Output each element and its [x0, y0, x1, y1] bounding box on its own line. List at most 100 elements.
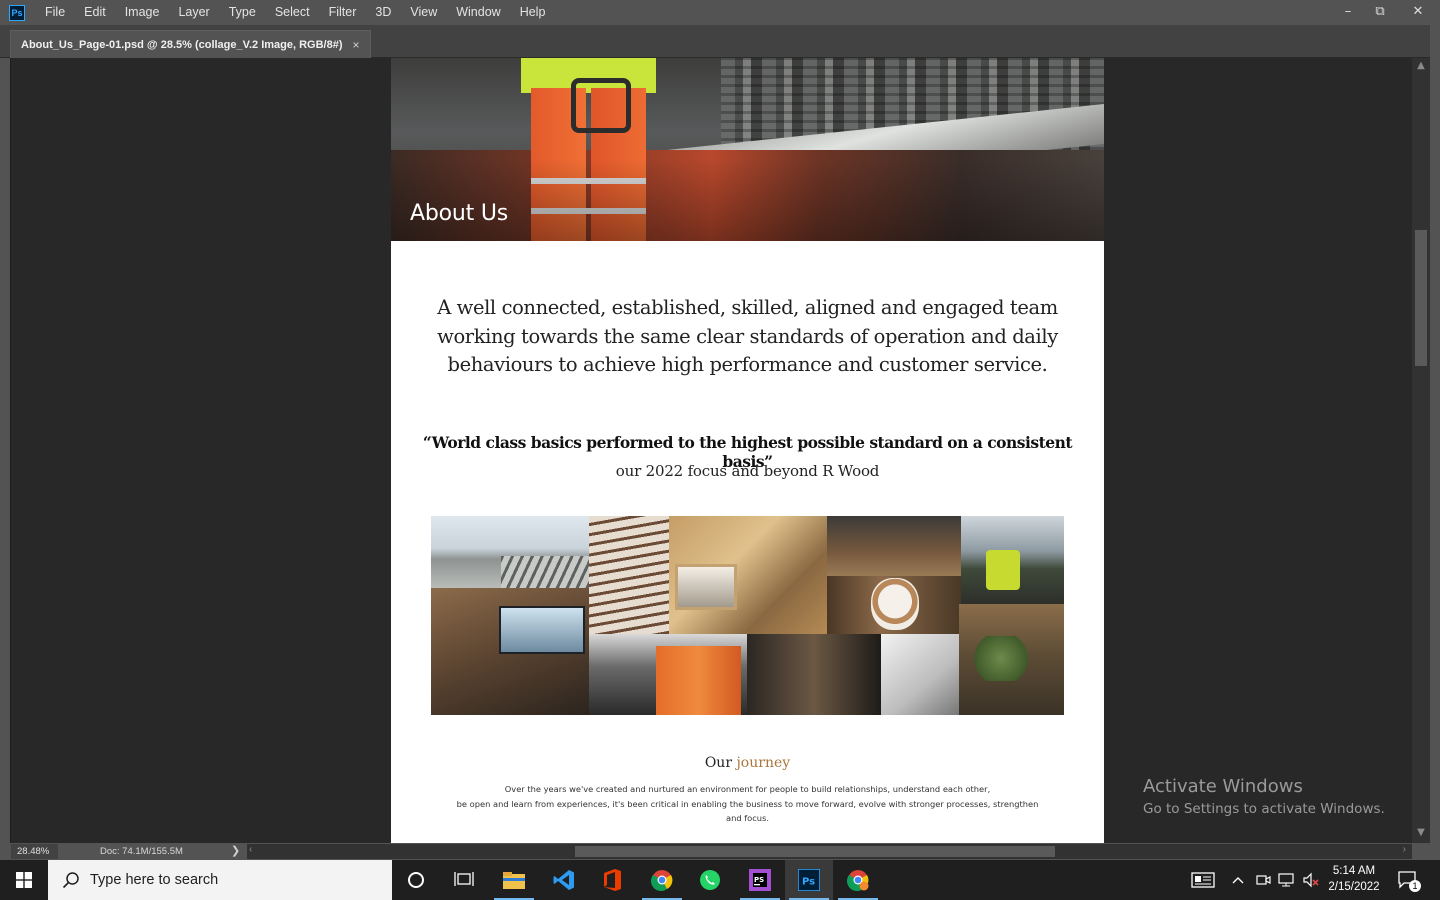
document-size-info: Doc: 74.1M/155.5M — [100, 846, 183, 857]
system-clock[interactable]: 5:14 AM 2/15/2022 — [1326, 863, 1382, 895]
taskbar-whatsapp[interactable] — [686, 860, 734, 900]
intro-line: A well connected, established, skilled, … — [437, 296, 1058, 319]
menu-bar: Ps File Edit Image Layer Type Select Fil… — [0, 0, 1440, 25]
collage-photo-worker-vest — [986, 550, 1020, 590]
camera-icon — [1256, 875, 1271, 885]
clock-time: 5:14 AM — [1332, 865, 1376, 877]
intro-line: working towards the same clear standards… — [437, 324, 1058, 348]
collage-photo-drawings — [881, 634, 959, 715]
network-icon[interactable] — [1276, 860, 1298, 900]
taskbar-search-box[interactable]: Type here to search — [48, 860, 392, 900]
document-tab-bar: About_Us_Page-01.psd @ 28.5% (collage_V.… — [0, 25, 1440, 58]
task-view-button[interactable] — [440, 860, 488, 900]
taskbar-chrome-2[interactable] — [834, 860, 882, 900]
menu-help[interactable]: Help — [510, 0, 555, 25]
menu-filter[interactable]: Filter — [319, 0, 366, 25]
svg-text:Ps: Ps — [802, 877, 815, 888]
taskbar-chrome-1[interactable] — [638, 860, 686, 900]
close-window-button[interactable]: ✕ — [1396, 0, 1440, 22]
menu-edit[interactable]: Edit — [74, 0, 115, 25]
search-placeholder: Type here to search — [90, 872, 219, 888]
taskbar-phpstorm[interactable]: PS — [736, 860, 784, 900]
windows-logo-icon — [16, 872, 32, 888]
document-canvas[interactable]: About Us A well connected, established, … — [391, 58, 1104, 843]
close-tab-icon[interactable]: × — [353, 38, 360, 52]
horizontal-scroll-thumb[interactable] — [575, 846, 1055, 857]
news-widget-icon[interactable] — [1186, 860, 1220, 900]
journey-line: and focus. — [725, 813, 770, 823]
taskbar-file-explorer[interactable] — [490, 860, 538, 900]
notification-center-icon[interactable]: 1 — [1392, 860, 1424, 900]
scroll-up-icon[interactable]: ▲ — [1412, 60, 1430, 74]
status-bar: 28.48% Doc: 74.1M/155.5M ❯ ‹ › — [0, 843, 1440, 860]
photo-collage — [431, 516, 1064, 715]
folder-icon — [503, 872, 525, 889]
speaker-icon — [1303, 872, 1319, 888]
cortana-circle-icon — [408, 872, 424, 888]
network-monitor-icon — [1278, 873, 1294, 887]
journey-line: Over the years we've created and nurture… — [504, 784, 991, 794]
collage-photo-presentation-screen — [499, 606, 585, 654]
window-controls: – ⧉ ✕ — [1332, 0, 1440, 25]
collage-photo-rooftop-railing — [501, 556, 589, 588]
menu-window[interactable]: Window — [446, 0, 509, 25]
volume-muted-icon[interactable] — [1300, 860, 1322, 900]
status-menu-arrow-icon[interactable]: ❯ — [231, 844, 240, 857]
document-tab-title: About_Us_Page-01.psd @ 28.5% (collage_V.… — [21, 38, 343, 51]
photoshop-icon: Ps — [798, 869, 820, 891]
meet-now-icon[interactable] — [1252, 860, 1274, 900]
hero-image: About Us — [391, 58, 1104, 241]
journey-heading-prefix: Our — [704, 755, 737, 771]
menu-file[interactable]: File — [35, 0, 74, 25]
photoshop-logo-icon[interactable]: Ps — [9, 4, 25, 21]
menu-layer[interactable]: Layer — [168, 0, 218, 25]
newspaper-icon — [1191, 872, 1215, 888]
chrome-profile-icon — [847, 870, 869, 891]
task-view-icon — [454, 872, 474, 886]
chrome-icon — [651, 870, 673, 891]
show-hidden-icons-chevron-icon[interactable] — [1228, 860, 1248, 900]
vertical-scroll-thumb[interactable] — [1415, 230, 1427, 366]
restore-button[interactable]: ⧉ — [1364, 0, 1396, 22]
journey-line: be open and learn from experiences, it's… — [456, 798, 1039, 809]
office-icon — [604, 869, 621, 891]
taskbar-office[interactable] — [588, 860, 636, 900]
taskbar-vscode[interactable] — [540, 860, 588, 900]
zoom-field[interactable]: 28.48% — [11, 844, 58, 859]
start-button[interactable] — [0, 860, 48, 900]
vertical-scrollbar[interactable]: ▲ ▼ — [1412, 58, 1430, 843]
minimize-button[interactable]: – — [1332, 0, 1364, 22]
left-panel-edge — [0, 58, 10, 843]
collage-photo-site-workers-orange — [656, 646, 741, 715]
collage-photo-bulldog-face — [871, 578, 919, 630]
horizontal-scrollbar[interactable]: ‹ › — [247, 844, 1412, 859]
menu-select[interactable]: Select — [265, 0, 319, 25]
notification-count-badge: 1 — [1409, 880, 1421, 892]
menu-view[interactable]: View — [400, 0, 446, 25]
activate-windows-watermark: Activate Windows Go to Settings to activ… — [1143, 776, 1385, 817]
hero-title: About Us — [410, 201, 509, 226]
menu-3d[interactable]: 3D — [365, 0, 400, 25]
scroll-right-icon[interactable]: › — [1403, 844, 1406, 855]
journey-heading: Our journey — [391, 755, 1104, 771]
svg-text:PS: PS — [754, 876, 764, 884]
taskbar-photoshop[interactable]: Ps — [785, 860, 833, 900]
document-tab[interactable]: About_Us_Page-01.psd @ 28.5% (collage_V.… — [10, 30, 371, 58]
windows-taskbar: Type here to search PS Ps 5:14 AM 2/15/2… — [0, 860, 1440, 900]
collage-photo-timber-window — [675, 564, 737, 610]
scroll-left-icon[interactable]: ‹ — [249, 844, 252, 855]
cortana-button[interactable] — [392, 860, 440, 900]
activate-windows-subtitle: Go to Settings to activate Windows. — [1143, 801, 1385, 817]
menu-image[interactable]: Image — [115, 0, 169, 25]
collage-photo-office — [827, 516, 961, 576]
quote-attribution: our 2022 focus and beyond R Wood — [615, 462, 880, 480]
journey-paragraph: Over the years we've created and nurture… — [439, 782, 1056, 826]
intro-line: behaviours to achieve high performance a… — [447, 353, 1048, 376]
search-icon — [62, 872, 79, 889]
menu-type[interactable]: Type — [219, 0, 265, 25]
collage-photo-slatted-wall — [589, 516, 669, 634]
right-panel-edge — [1430, 25, 1440, 860]
activate-windows-title: Activate Windows — [1143, 776, 1303, 797]
scroll-down-icon[interactable]: ▼ — [1412, 827, 1430, 841]
phpstorm-icon: PS — [749, 869, 771, 891]
